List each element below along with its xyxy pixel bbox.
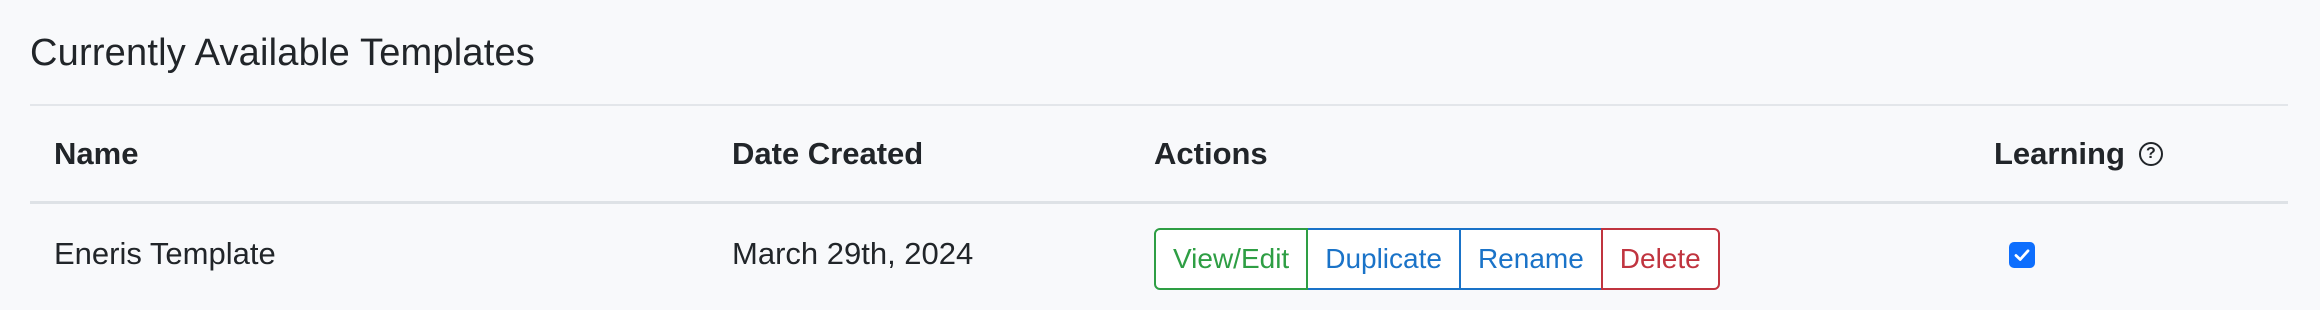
template-name: Eneris Template <box>54 236 276 271</box>
template-date-created: March 29th, 2024 <box>732 236 974 271</box>
learning-checkbox[interactable] <box>2009 242 2035 268</box>
table-row: Eneris Template March 29th, 2024 View/Ed… <box>30 204 2288 308</box>
column-header-date-created: Date Created <box>732 136 924 171</box>
templates-table: Name Date Created Actions Learning ? Ene… <box>30 104 2288 308</box>
column-header-learning-label: Learning <box>1994 136 2125 171</box>
column-header-name: Name <box>54 136 139 171</box>
section-title: Currently Available Templates <box>30 32 535 74</box>
delete-button[interactable]: Delete <box>1600 228 1720 290</box>
template-actions-group: View/Edit Duplicate Rename Delete <box>1154 228 1720 290</box>
question-circle-icon[interactable]: ? <box>2138 142 2163 166</box>
rename-button[interactable]: Rename <box>1458 228 1603 290</box>
view-edit-button[interactable]: View/Edit <box>1154 228 1309 290</box>
column-header-actions: Actions <box>1154 136 1268 171</box>
checkmark-icon <box>2014 249 2030 261</box>
table-header-row: Name Date Created Actions Learning ? <box>30 106 2288 204</box>
templates-panel: Currently Available Templates Name Date … <box>0 0 2320 310</box>
column-header-learning: Learning ? <box>1994 136 2163 172</box>
duplicate-button[interactable]: Duplicate <box>1306 228 1461 290</box>
